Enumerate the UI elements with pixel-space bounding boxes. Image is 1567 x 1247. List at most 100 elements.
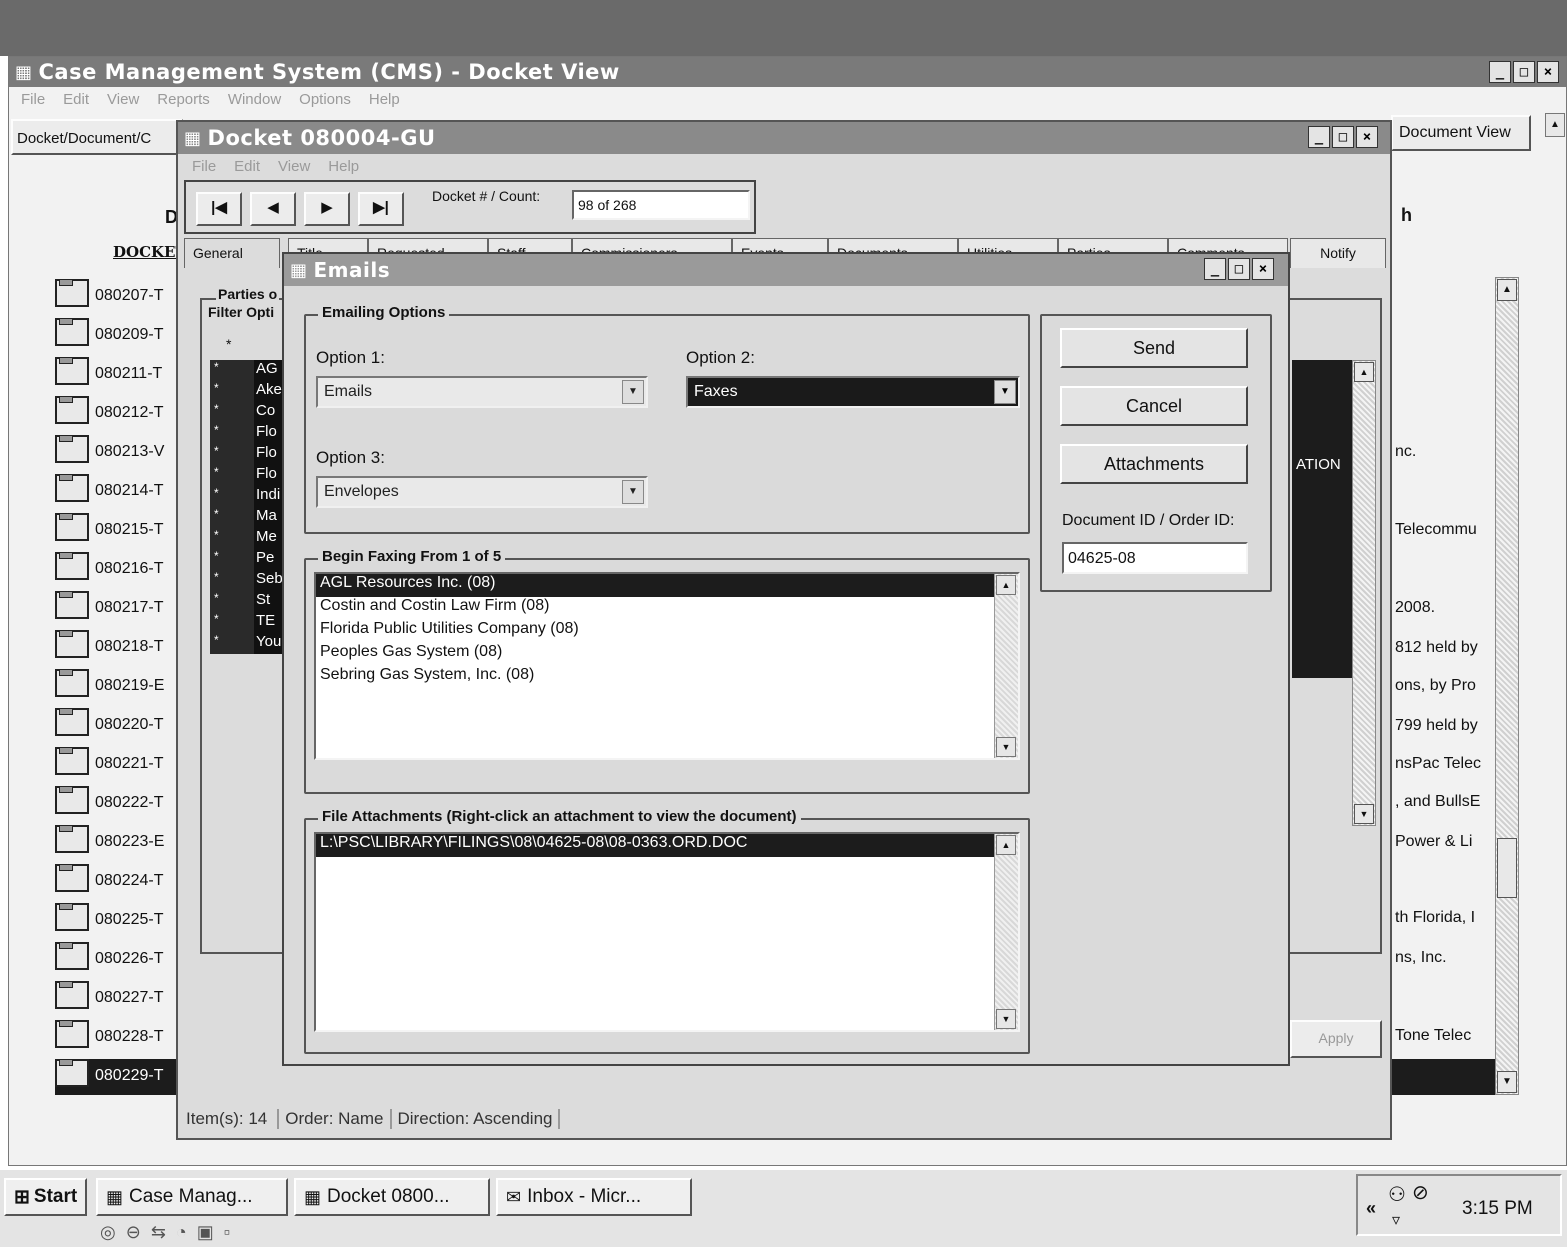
- list-item[interactable]: Sebring Gas System, Inc. (08): [316, 666, 1018, 689]
- media-icon[interactable]: ⇆: [151, 1222, 166, 1243]
- cms-scroll-top[interactable]: ▲: [1545, 113, 1565, 137]
- party-row[interactable]: * Me: [210, 528, 288, 549]
- docket-item[interactable]: 080215-T: [55, 513, 185, 549]
- apply-button[interactable]: Apply: [1290, 1020, 1382, 1058]
- ie-icon[interactable]: ◎: [100, 1222, 116, 1243]
- docket-item[interactable]: 080211-T: [55, 357, 185, 393]
- docket-item[interactable]: 080218-T: [55, 630, 185, 666]
- task-docket[interactable]: ▦ Docket 0800...: [294, 1178, 490, 1216]
- docket-item[interactable]: 080228-T: [55, 1020, 185, 1056]
- scroll-down-arrow[interactable]: ▼: [996, 1009, 1016, 1029]
- docket-item[interactable]: 080226-T: [55, 942, 185, 978]
- close-button[interactable]: ×: [1537, 61, 1559, 83]
- list-item[interactable]: Peoples Gas System (08): [316, 643, 1018, 666]
- chevron-down-icon[interactable]: ▼: [622, 480, 644, 504]
- attachments-scrollbar[interactable]: ▲ ▼: [994, 834, 1018, 1030]
- minimize-button[interactable]: _: [1308, 126, 1330, 148]
- docket-item[interactable]: 080207-T: [55, 279, 185, 315]
- docket-item[interactable]: 080220-T: [55, 708, 185, 744]
- cancel-button[interactable]: Cancel: [1060, 386, 1248, 426]
- emails-title-bar[interactable]: [284, 254, 1288, 286]
- menu-window[interactable]: Window: [228, 91, 281, 108]
- docket-item[interactable]: 080225-T: [55, 903, 185, 939]
- close-button[interactable]: ×: [1356, 126, 1378, 148]
- docket-item[interactable]: 080221-T: [55, 747, 185, 783]
- menu-view[interactable]: View: [107, 91, 139, 108]
- chevron-down-icon[interactable]: ▼: [622, 380, 644, 404]
- recipients-scrollbar[interactable]: ▲ ▼: [994, 574, 1018, 758]
- party-row[interactable]: * Flo: [210, 444, 288, 465]
- docket-item[interactable]: 080213-V: [55, 435, 185, 471]
- minimize-button[interactable]: _: [1204, 258, 1226, 280]
- party-row[interactable]: * Co: [210, 402, 288, 423]
- docket-item[interactable]: 080223-E: [55, 825, 185, 861]
- party-row[interactable]: * Indi: [210, 486, 288, 507]
- network-icon[interactable]: ⚇: [1388, 1182, 1406, 1207]
- docket-item[interactable]: 080209-T: [55, 318, 185, 354]
- chevron-down-icon[interactable]: ▼: [994, 380, 1016, 404]
- list-item[interactable]: Florida Public Utilities Company (08): [316, 620, 1018, 643]
- task-inbox[interactable]: ✉ Inbox - Micr...: [496, 1178, 692, 1216]
- maximize-button[interactable]: □: [1513, 61, 1535, 83]
- party-row[interactable]: * AG: [210, 360, 288, 381]
- scroll-up-arrow[interactable]: ▲: [996, 575, 1016, 595]
- party-row[interactable]: * Ake: [210, 381, 288, 402]
- folder-icon[interactable]: ▫: [224, 1222, 230, 1243]
- clock[interactable]: 3:15 PM: [1462, 1198, 1533, 1220]
- scroll-up-arrow[interactable]: ▲: [996, 835, 1016, 855]
- list-item[interactable]: Costin and Costin Law Firm (08): [316, 597, 1018, 620]
- scroll-down-arrow[interactable]: ▼: [1497, 1071, 1517, 1093]
- send-button[interactable]: Send: [1060, 328, 1248, 368]
- docket-item[interactable]: 080212-T: [55, 396, 185, 432]
- scroll-thumb[interactable]: [1497, 838, 1517, 898]
- scroll-down-arrow[interactable]: ▼: [996, 737, 1016, 757]
- shield-icon[interactable]: ▿: [1392, 1210, 1400, 1230]
- party-row[interactable]: * Seb: [210, 570, 288, 591]
- tab-general[interactable]: General: [184, 238, 280, 268]
- count-field[interactable]: 98 of 268: [572, 190, 750, 220]
- party-row[interactable]: * TE: [210, 612, 288, 633]
- docket-item[interactable]: 080222-T: [55, 786, 185, 822]
- menu-file[interactable]: File: [192, 158, 216, 175]
- docket-list-scrollbar[interactable]: ▲ ▼: [1495, 277, 1519, 1095]
- party-row[interactable]: * Pe: [210, 549, 288, 570]
- party-row[interactable]: * You: [210, 633, 288, 654]
- tray-chevron[interactable]: «: [1366, 1198, 1376, 1219]
- option2-select[interactable]: Faxes ▼: [686, 376, 1020, 408]
- docket-item-selected[interactable]: 080229-T: [55, 1059, 185, 1095]
- docket-item[interactable]: 080219-E: [55, 669, 185, 705]
- start-button[interactable]: ⊞ Start: [4, 1178, 88, 1216]
- list-item-selected[interactable]: L:\PSC\LIBRARY\FILINGS\08\04625-08\08-03…: [316, 834, 1018, 857]
- list-item-selected[interactable]: AGL Resources Inc. (08): [316, 574, 1018, 597]
- next-record-button[interactable]: ▶: [304, 192, 350, 226]
- maximize-button[interactable]: □: [1228, 258, 1250, 280]
- last-record-button[interactable]: ▶|: [358, 192, 404, 226]
- scroll-up-arrow[interactable]: ▲: [1354, 362, 1374, 382]
- scroll-down-arrow[interactable]: ▼: [1354, 804, 1374, 824]
- desktop-icon[interactable]: ▣: [197, 1222, 214, 1243]
- party-row[interactable]: * St: [210, 591, 288, 612]
- option1-select[interactable]: Emails ▼: [316, 376, 648, 408]
- menu-edit[interactable]: Edit: [234, 158, 260, 175]
- parties-scrollbar[interactable]: ▲ ▼: [1352, 360, 1376, 826]
- maximize-button[interactable]: □: [1332, 126, 1354, 148]
- menu-help[interactable]: Help: [328, 158, 359, 175]
- doc-id-field[interactable]: 04625-08: [1062, 542, 1248, 574]
- tab-notify[interactable]: Notify: [1290, 238, 1386, 268]
- docket-item[interactable]: 080217-T: [55, 591, 185, 627]
- outlook-icon[interactable]: ⊖: [126, 1222, 141, 1243]
- close-button[interactable]: ×: [1252, 258, 1274, 280]
- first-record-button[interactable]: |◀: [196, 192, 242, 226]
- menu-view[interactable]: View: [278, 158, 310, 175]
- docket-item[interactable]: 080224-T: [55, 864, 185, 900]
- attachments-list[interactable]: L:\PSC\LIBRARY\FILINGS\08\04625-08\08-03…: [314, 832, 1020, 1032]
- party-row[interactable]: * Flo: [210, 465, 288, 486]
- task-case-management[interactable]: ▦ Case Manag...: [96, 1178, 288, 1216]
- party-row[interactable]: * Ma: [210, 507, 288, 528]
- menu-file[interactable]: File: [21, 91, 45, 108]
- minimize-button[interactable]: _: [1489, 61, 1511, 83]
- docket-item[interactable]: 080214-T: [55, 474, 185, 510]
- document-view-button[interactable]: Document View: [1391, 115, 1531, 151]
- previous-record-button[interactable]: ◀: [250, 192, 296, 226]
- option3-select[interactable]: Envelopes ▼: [316, 476, 648, 508]
